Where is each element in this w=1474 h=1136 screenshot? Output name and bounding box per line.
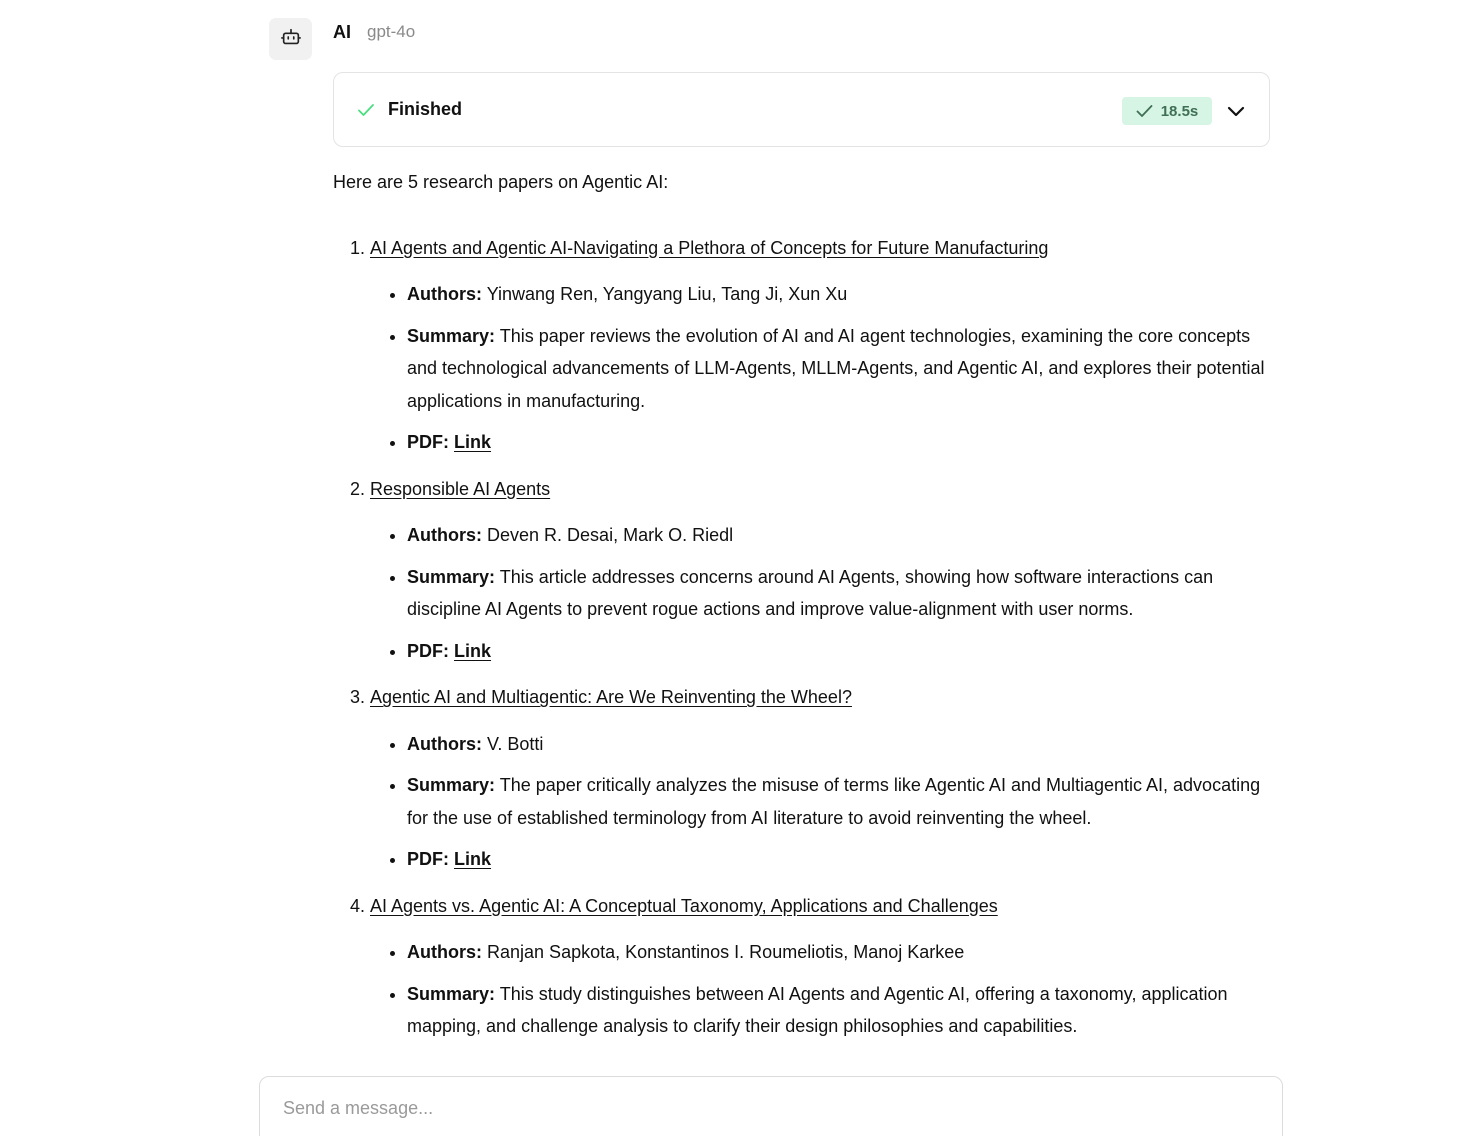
paper-details: Authors: Ranjan Sapkota, Konstantinos I.…: [370, 936, 1273, 1043]
response-intro: Here are 5 research papers on Agentic AI…: [333, 172, 669, 192]
summary-label: Summary:: [407, 983, 496, 1004]
pdf-label: PDF:: [407, 432, 449, 452]
authors-value: Yinwang Ren, Yangyang Liu, Tang Ji, Xun …: [486, 284, 848, 304]
paper-title-link[interactable]: AI Agents vs. Agentic AI: A Conceptual T…: [370, 896, 998, 916]
pdf-label: PDF:: [407, 849, 449, 869]
authors-value: Deven R. Desai, Mark O. Riedl: [487, 525, 734, 545]
check-icon: [357, 102, 375, 118]
summary-label: Summary:: [407, 325, 496, 346]
summary-item: Summary: The paper critically analyzes t…: [407, 769, 1273, 834]
pdf-label: PDF:: [407, 640, 449, 661]
summary-item: Summary: This paper reviews the evolutio…: [407, 320, 1273, 418]
authors-item: Authors: Ranjan Sapkota, Konstantinos I.…: [407, 936, 1273, 969]
summary-value: The paper critically analyzes the misuse…: [407, 775, 1261, 828]
duration-badge: 18.5s: [1122, 97, 1212, 125]
authors-label: Authors:: [407, 525, 482, 545]
pdf-link[interactable]: Link: [454, 432, 491, 452]
model-name: gpt-4o: [367, 22, 416, 41]
summary-value: This paper reviews the evolution of AI a…: [407, 325, 1265, 411]
assistant-avatar: [269, 18, 312, 60]
paper-details: Authors: V. Botti Summary: The paper cri…: [370, 728, 1273, 876]
pdf-link[interactable]: Link: [454, 849, 491, 869]
authors-label: Authors:: [407, 733, 482, 754]
authors-value: V. Botti: [487, 733, 544, 754]
authors-item: Authors: Deven R. Desai, Mark O. Riedl: [407, 519, 1273, 552]
summary-item: Summary: This study distinguishes betwee…: [407, 978, 1273, 1043]
sender-name: AI: [333, 21, 351, 42]
summary-item: Summary: This article addresses concerns…: [407, 561, 1273, 626]
summary-value: This study distinguishes between AI Agen…: [407, 983, 1228, 1037]
message-input[interactable]: [281, 1097, 1245, 1120]
message-header: AI gpt-4o: [333, 20, 415, 44]
paper-title-link[interactable]: Agentic AI and Multiagentic: Are We Rein…: [370, 687, 852, 707]
paper-list: AI Agents and Agentic AI-Navigating a Pl…: [333, 232, 1273, 1043]
assistant-response: Here are 5 research papers on Agentic AI…: [333, 166, 1273, 1057]
pdf-item: PDF: Link: [407, 843, 1273, 876]
paper-details: Authors: Deven R. Desai, Mark O. Riedl S…: [370, 519, 1273, 667]
chevron-down-icon[interactable]: [1224, 99, 1248, 123]
check-icon: [1136, 105, 1153, 117]
paper-item: AI Agents vs. Agentic AI: A Conceptual T…: [370, 890, 1273, 1043]
paper-item: Responsible AI Agents Authors: Deven R. …: [370, 473, 1273, 668]
bot-icon: [280, 26, 302, 53]
status-label: Finished: [388, 99, 463, 119]
authors-value: Ranjan Sapkota, Konstantinos I. Roumelio…: [487, 942, 965, 962]
summary-value: This article addresses concerns around A…: [407, 566, 1214, 620]
summary-label: Summary:: [407, 775, 496, 795]
message-composer: [259, 1076, 1283, 1136]
authors-item: Authors: V. Botti: [407, 728, 1273, 761]
summary-label: Summary:: [407, 566, 496, 587]
chat-page: AI gpt-4o Finished 18.5s Here are 5 rese…: [0, 0, 1474, 1136]
duration-text: 18.5s: [1160, 102, 1199, 120]
pdf-item: PDF: Link: [407, 635, 1273, 668]
authors-label: Authors:: [407, 942, 482, 962]
paper-item: AI Agents and Agentic AI-Navigating a Pl…: [370, 232, 1273, 459]
pdf-link[interactable]: Link: [454, 641, 491, 661]
authors-item: Authors: Yinwang Ren, Yangyang Liu, Tang…: [407, 278, 1273, 311]
paper-item: Agentic AI and Multiagentic: Are We Rein…: [370, 681, 1273, 876]
paper-details: Authors: Yinwang Ren, Yangyang Liu, Tang…: [370, 278, 1273, 459]
paper-title-link[interactable]: AI Agents and Agentic AI-Navigating a Pl…: [370, 238, 1048, 258]
paper-title-link[interactable]: Responsible AI Agents: [370, 479, 550, 499]
pdf-item: PDF: Link: [407, 426, 1273, 459]
authors-label: Authors:: [407, 284, 482, 304]
tool-status-card[interactable]: Finished 18.5s: [333, 72, 1270, 147]
